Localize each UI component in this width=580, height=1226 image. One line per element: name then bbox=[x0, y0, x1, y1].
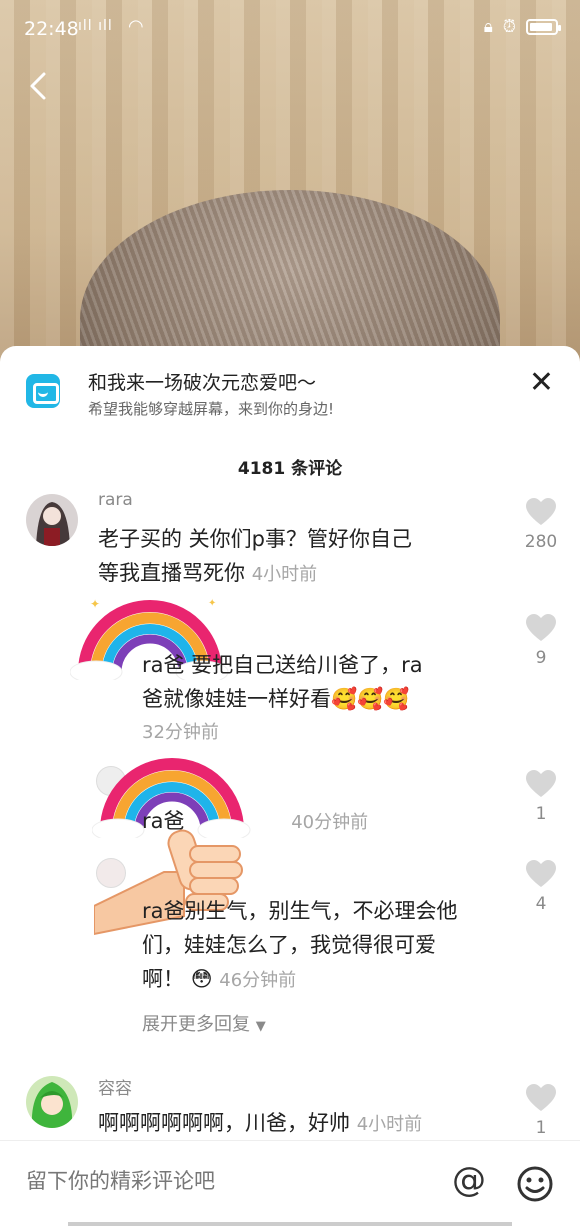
smiley-icon bbox=[517, 1166, 553, 1202]
wifi-icon: ◠ bbox=[128, 16, 144, 37]
reply-time: 40分钟前 bbox=[291, 812, 369, 833]
signal-icon: ıll ıll bbox=[78, 18, 113, 34]
reply-time: 32分钟前 bbox=[142, 722, 219, 743]
reply-line: ra爸 要把自己送给川爸了，ra bbox=[142, 653, 423, 677]
battery-icon bbox=[526, 19, 561, 35]
expand-replies-link[interactable]: 展开更多回复 ▼ bbox=[142, 1010, 266, 1036]
back-button[interactable] bbox=[22, 68, 58, 104]
ad-banner[interactable]: 和我来一场破次元恋爱吧～ 希望我能够穿越屏幕，来到你的身边! ✕ bbox=[24, 366, 560, 426]
status-bar: 22:48 ıll ıll ◠ 🔒︎ ⏰︎ bbox=[0, 0, 580, 60]
mention-button[interactable]: @ bbox=[452, 1163, 486, 1197]
avatar[interactable] bbox=[96, 858, 126, 888]
comment-line: 啊啊啊啊啊啊，川爸，好帅 bbox=[98, 1111, 350, 1135]
avatar[interactable] bbox=[26, 494, 78, 546]
heart-icon bbox=[526, 770, 556, 797]
comment-count: 4181 条评论 bbox=[237, 459, 343, 479]
heart-icon bbox=[526, 498, 556, 525]
like-count: 280 bbox=[524, 532, 558, 552]
comment-input[interactable] bbox=[26, 1169, 406, 1193]
comment-text[interactable]: 啊啊啊啊啊啊，川爸，好帅 4小时前 bbox=[98, 1106, 422, 1142]
close-button[interactable]: ✕ bbox=[529, 368, 554, 398]
like-count: 4 bbox=[535, 894, 547, 914]
comment-text[interactable]: 老子买的 关你们p事？管好你自己 等我直播骂死你 4小时前 bbox=[98, 522, 412, 592]
reply-time: 46分钟前 bbox=[219, 970, 297, 991]
heart-icon bbox=[526, 1084, 556, 1111]
like-button[interactable]: 1 bbox=[516, 770, 566, 824]
alarm-icon: ⏰︎ bbox=[502, 17, 516, 37]
app-logo-icon bbox=[26, 374, 60, 408]
comment-line: 等我直播骂死你 bbox=[98, 561, 245, 585]
comments-sheet: 和我来一场破次元恋爱吧～ 希望我能够穿越屏幕，来到你的身边! ✕ 4181 条评… bbox=[0, 346, 580, 1226]
comment-time: 4小时前 bbox=[251, 564, 318, 585]
comment-time: 4小时前 bbox=[356, 1114, 423, 1135]
ad-title: 和我来一场破次元恋爱吧～ bbox=[88, 372, 317, 394]
ad-subtitle: 希望我能够穿越屏幕，来到你的身边! bbox=[88, 400, 335, 418]
like-count: 1 bbox=[535, 1118, 547, 1138]
heart-icon bbox=[526, 614, 556, 641]
comment-username[interactable]: rara bbox=[98, 490, 133, 510]
like-button[interactable]: 9 bbox=[516, 614, 566, 668]
status-icons: 🔒︎ ⏰︎ bbox=[483, 17, 561, 37]
heart-icon bbox=[526, 860, 556, 887]
comment-input-bar: @ bbox=[0, 1140, 580, 1226]
nav-handle bbox=[68, 1222, 512, 1226]
reply-line: 爸就像娃娃一样好看 bbox=[142, 687, 331, 711]
comment-username[interactable]: 容容 bbox=[98, 1074, 132, 1099]
reply-line: ra爸别生气，别生气，不必理会他 bbox=[142, 899, 458, 923]
like-button[interactable]: 1 bbox=[516, 1084, 566, 1138]
chevron-left-icon bbox=[30, 72, 46, 100]
reply-line: 啊！ bbox=[142, 967, 184, 991]
like-button[interactable]: 280 bbox=[516, 498, 566, 552]
lock-icon: 🔒︎ bbox=[483, 17, 493, 37]
avatar[interactable] bbox=[26, 1076, 78, 1128]
comment-line: 老子买的 关你们p事？管好你自己 bbox=[98, 527, 413, 551]
svg-text:✦: ✦ bbox=[208, 598, 216, 609]
reply-text[interactable]: ra爸 要把自己送给川爸了，ra 爸就像娃娃一样好看🥰🥰🥰 bbox=[142, 648, 423, 716]
status-time: 22:48 bbox=[24, 18, 79, 40]
reply-text[interactable]: ra爸别生气，别生气，不必理会他 们，娃娃怎么了，我觉得很可爱 啊！ 😳 46分… bbox=[142, 894, 458, 998]
svg-text:✦: ✦ bbox=[90, 597, 100, 611]
expand-label: 展开更多回复 bbox=[142, 1014, 250, 1035]
like-button[interactable]: 4 bbox=[516, 860, 566, 914]
like-count: 9 bbox=[535, 648, 547, 668]
reply-line: 们，娃娃怎么了，我觉得很可爱 bbox=[142, 933, 436, 957]
emoji-button[interactable] bbox=[516, 1165, 554, 1207]
smiling-hearts-emoji: 🥰🥰🥰 bbox=[331, 687, 410, 711]
like-count: 1 bbox=[535, 804, 547, 824]
caret-down-icon: ▼ bbox=[255, 1019, 266, 1034]
flushed-emoji: 😳 bbox=[190, 967, 213, 991]
